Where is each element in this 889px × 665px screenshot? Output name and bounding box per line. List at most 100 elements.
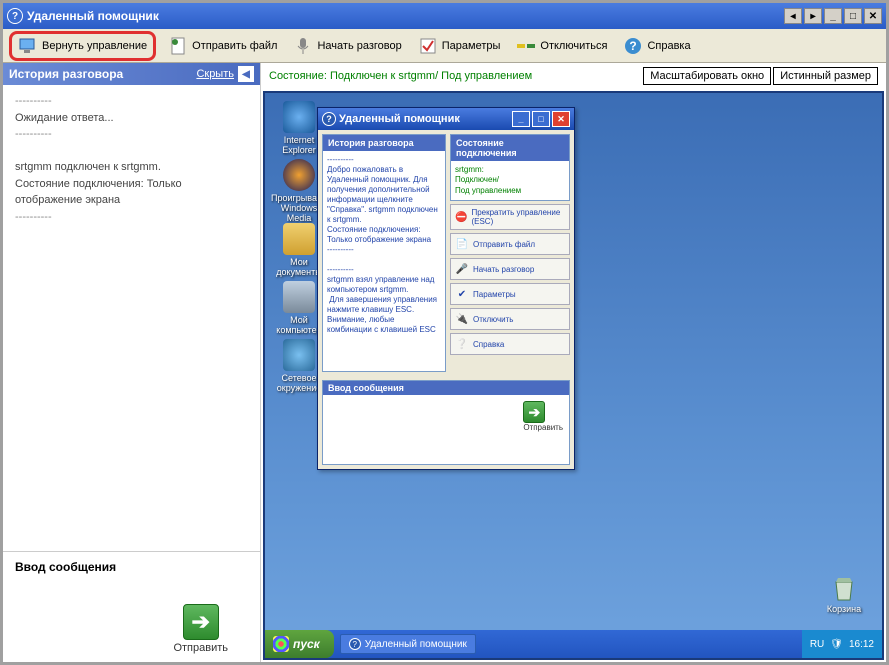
recycle-icon <box>828 572 860 604</box>
hide-link[interactable]: Скрыть <box>196 68 234 80</box>
parameters-button[interactable]: Параметры <box>414 34 505 58</box>
history-line: ---------- <box>15 126 248 143</box>
history-line: ---------- <box>15 209 248 226</box>
maximize-button[interactable]: □ <box>844 8 862 24</box>
inner-history-panel: История разговора ---------- Добро пожал… <box>322 134 446 372</box>
arrow-right-icon: ➔ <box>183 604 219 640</box>
message-input-area: Ввод сообщения ➔ Отправить <box>3 551 260 662</box>
inner-conn-status: srtgmm: Подключен/ Под управлением <box>451 161 569 200</box>
shield-icon[interactable]: 🛡 <box>830 639 843 650</box>
inner-input-header: Ввод сообщения <box>323 381 569 395</box>
send-file-button[interactable]: Отправить файл <box>164 34 281 58</box>
monitor-icon <box>18 36 38 56</box>
stop-icon: ⛔ <box>455 210 467 224</box>
recycle-bin[interactable]: Корзина <box>820 572 868 614</box>
inner-help-button[interactable]: ❔ Справка <box>450 333 570 355</box>
collapse-arrow-icon[interactable]: ◀ <box>238 66 254 82</box>
clock[interactable]: 16:12 <box>849 639 874 650</box>
inner-conn-header: Состояние подключения <box>451 135 569 161</box>
help-icon: ? <box>349 638 361 650</box>
inner-close-button[interactable]: ✕ <box>552 111 570 127</box>
history-line: Ожидание ответа... <box>15 110 248 127</box>
inner-send-file-button[interactable]: 📄 Отправить файл <box>450 233 570 255</box>
document-icon <box>168 36 188 56</box>
wmp-icon <box>283 159 315 191</box>
window-title: Удаленный помощник <box>27 9 159 23</box>
inner-assistant-window[interactable]: ? Удаленный помощник _ □ ✕ История разго… <box>317 107 575 470</box>
folder-icon <box>283 223 315 255</box>
right-panel: Состояние: Подключен к srtgmm/ Под управ… <box>261 63 886 662</box>
computer-icon <box>283 281 315 313</box>
inner-window-title: Удаленный помощник <box>339 113 460 125</box>
system-tray[interactable]: RU 🛡 16:12 <box>802 630 882 658</box>
return-control-button[interactable]: Вернуть управление <box>9 31 156 61</box>
inner-maximize-button[interactable]: □ <box>532 111 550 127</box>
start-talk-label: Начать разговор <box>317 40 401 52</box>
history-line: srtgmm подключен к srtgmm. <box>15 159 248 176</box>
svg-text:?: ? <box>630 39 637 53</box>
help-icon: ? <box>7 8 23 24</box>
inner-history-header: История разговора <box>323 135 445 151</box>
scale-window-button[interactable]: Масштабировать окно <box>643 67 771 85</box>
control-prev-button[interactable]: ◂ <box>784 8 802 24</box>
control-next-button[interactable]: ▸ <box>804 8 822 24</box>
input-label: Ввод сообщения <box>15 560 248 574</box>
ie-icon <box>283 101 315 133</box>
start-talk-button[interactable]: Начать разговор <box>289 34 405 58</box>
start-button[interactable]: пуск <box>265 630 334 658</box>
document-icon: 📄 <box>455 237 469 251</box>
send-button[interactable]: ➔ Отправить <box>173 604 228 654</box>
help-button[interactable]: ? Справка <box>619 34 694 58</box>
action-label: Отключить <box>473 315 513 324</box>
action-label: Прекратить управление (ESC) <box>471 208 565 226</box>
parameters-label: Параметры <box>442 40 501 52</box>
toolbar: Вернуть управление Отправить файл Начать… <box>3 29 886 63</box>
action-label: Начать разговор <box>473 265 534 274</box>
history-title: История разговора <box>9 67 123 81</box>
disconnect-button[interactable]: Отключиться <box>512 34 611 58</box>
arrow-right-icon: ➔ <box>523 401 545 423</box>
disconnect-icon: 🔌 <box>455 312 469 326</box>
language-indicator[interactable]: RU <box>810 639 824 650</box>
send-label: Отправить <box>173 642 228 654</box>
recycle-label: Корзина <box>820 604 868 614</box>
inner-stop-control-button[interactable]: ⛔ Прекратить управление (ESC) <box>450 204 570 230</box>
action-label: Параметры <box>473 290 516 299</box>
remote-desktop-view[interactable]: Internet Explorer Проигрывател.. Windows… <box>263 91 884 660</box>
inner-history-text: ---------- Добро пожаловать в Удаленный … <box>323 151 445 371</box>
checkbox-icon: ✔ <box>455 287 469 301</box>
action-label: Справка <box>473 340 504 349</box>
help-icon: ❔ <box>455 337 469 351</box>
help-label: Справка <box>647 40 690 52</box>
connection-status: Состояние: Подключен к srtgmm/ Под управ… <box>269 70 532 82</box>
microphone-icon <box>293 36 313 56</box>
inner-input-section: Ввод сообщения ➔ Отправить <box>322 380 570 465</box>
minimize-button[interactable]: _ <box>824 8 842 24</box>
inner-disconnect-button[interactable]: 🔌 Отключить <box>450 308 570 330</box>
remote-taskbar[interactable]: пуск ? Удаленный помощник RU 🛡 16:12 <box>265 630 882 658</box>
history-line: Состояние подключения: Только отображени… <box>15 176 248 209</box>
taskbar-item[interactable]: ? Удаленный помощник <box>340 634 476 654</box>
checkbox-icon <box>418 36 438 56</box>
send-file-label: Отправить файл <box>192 40 277 52</box>
history-content: ---------- Ожидание ответа... ----------… <box>3 85 260 551</box>
inner-send-button[interactable]: ➔ Отправить <box>523 401 563 432</box>
close-button[interactable]: ✕ <box>864 8 882 24</box>
microphone-icon: 🎤 <box>455 262 469 276</box>
task-label: Удаленный помощник <box>365 639 467 650</box>
titlebar: ? Удаленный помощник ◂ ▸ _ □ ✕ <box>3 3 886 29</box>
inner-params-button[interactable]: ✔ Параметры <box>450 283 570 305</box>
disconnect-icon <box>516 36 536 56</box>
inner-minimize-button[interactable]: _ <box>512 111 530 127</box>
inner-start-talk-button[interactable]: 🎤 Начать разговор <box>450 258 570 280</box>
help-circle-icon: ? <box>623 36 643 56</box>
inner-titlebar[interactable]: ? Удаленный помощник _ □ ✕ <box>318 108 574 130</box>
status-row: Состояние: Подключен к srtgmm/ Под управ… <box>261 63 886 89</box>
network-icon <box>283 339 315 371</box>
inner-send-label: Отправить <box>523 423 563 432</box>
history-header: История разговора Скрыть ◀ <box>3 63 260 85</box>
disconnect-label: Отключиться <box>540 40 607 52</box>
action-label: Отправить файл <box>473 240 535 249</box>
true-size-button[interactable]: Истинный размер <box>773 67 878 85</box>
return-control-label: Вернуть управление <box>42 40 147 52</box>
